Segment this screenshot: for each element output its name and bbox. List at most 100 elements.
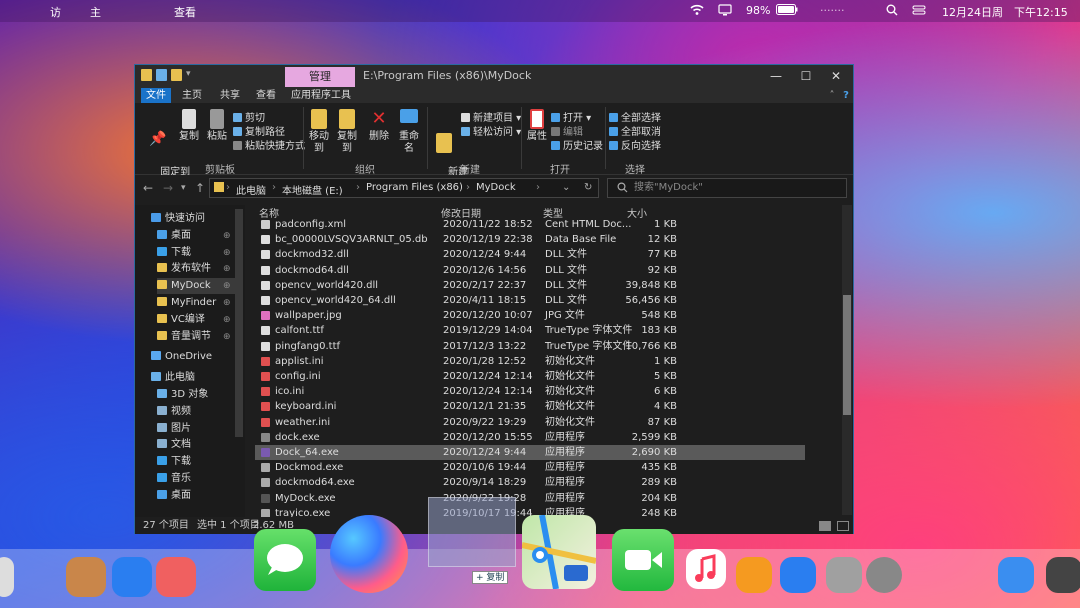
breadcrumb-drive[interactable]: 本地磁盘 (E:) xyxy=(282,182,343,197)
paste-shortcut-button[interactable]: 粘贴快捷方式 xyxy=(233,137,305,152)
nav-item[interactable]: 此电脑 xyxy=(151,370,237,386)
nav-item[interactable]: 3D 对象 xyxy=(157,387,237,403)
delete-button[interactable]: ✕ 删除 xyxy=(369,109,389,143)
menu-item[interactable]: 访 xyxy=(50,4,61,20)
list-scrollbar[interactable] xyxy=(842,205,852,515)
table-row[interactable]: MyDock.exe2020/9/22 19:28应用程序204 KB xyxy=(255,491,805,506)
app-icon[interactable] xyxy=(0,557,14,597)
app-icon[interactable] xyxy=(826,557,862,593)
table-row[interactable]: opencv_world420.dll 2020/2/17 22:37 DLL 文件… xyxy=(255,278,805,293)
nav-item[interactable]: 快速访问 xyxy=(151,211,237,227)
move-to-button[interactable]: 移动到 xyxy=(307,109,331,155)
app-icon[interactable] xyxy=(780,557,816,593)
tab-view[interactable]: 查看 xyxy=(251,88,281,103)
refresh-icon[interactable]: ↻ xyxy=(584,182,592,193)
tab-home[interactable]: 主页 xyxy=(177,88,207,103)
table-row[interactable]: ico.ini 2020/12/24 12:14 初始化文件 6 KB xyxy=(255,384,805,399)
copy-to-button[interactable]: 复制到 xyxy=(335,109,359,155)
table-row[interactable]: applist.ini 2020/1/28 12:52 初始化文件 1 KB xyxy=(255,354,805,369)
properties-button[interactable]: 属性 xyxy=(525,109,549,143)
maximize-button[interactable]: ☐ xyxy=(791,66,821,86)
nav-item[interactable]: 文档 xyxy=(157,437,237,453)
back-icon[interactable]: ← xyxy=(143,181,153,195)
app-icon[interactable] xyxy=(998,557,1034,593)
details-view-icon[interactable] xyxy=(819,521,831,531)
table-row[interactable]: pingfang0.ttf 2017/12/3 13:22 TrueType 字体文… xyxy=(255,339,805,354)
wifi-icon[interactable] xyxy=(690,4,704,19)
control-center-icon[interactable] xyxy=(912,4,926,19)
folder-icon[interactable] xyxy=(141,69,152,81)
table-row[interactable]: config.ini 2020/12/24 12:14 初始化文件 5 KB xyxy=(255,369,805,384)
app-icon[interactable] xyxy=(112,557,152,597)
tab-app-tools[interactable]: 应用程序工具 xyxy=(289,88,353,103)
breadcrumb-mydock[interactable]: MyDock xyxy=(476,182,516,193)
nav-item[interactable]: 下载 xyxy=(157,454,237,470)
maps-icon[interactable] xyxy=(521,514,597,590)
scrollbar-thumb[interactable] xyxy=(843,295,851,415)
table-row[interactable]: calfont.ttf 2019/12/29 14:04 TrueType 字体文件… xyxy=(255,323,805,338)
collapse-ribbon-icon[interactable]: ˄ xyxy=(825,88,839,103)
new-item-button[interactable]: 新建项目 ▾ xyxy=(461,109,521,124)
facetime-icon[interactable] xyxy=(612,529,674,591)
books-icon[interactable] xyxy=(736,557,772,593)
chevron-down-icon[interactable]: ▾ xyxy=(186,69,191,83)
messages-icon[interactable] xyxy=(254,529,316,591)
cut-button[interactable]: 剪切 xyxy=(233,109,265,124)
nav-item[interactable]: 桌面 ⊕ xyxy=(157,228,237,244)
table-row[interactable]: opencv_world420_64.dll 2020/4/11 18:15 DLL… xyxy=(255,293,805,308)
app-icon[interactable] xyxy=(1046,557,1080,593)
nav-item[interactable]: 视频 xyxy=(157,404,237,420)
manage-context-tab[interactable]: 管理 xyxy=(285,67,355,87)
minimize-button[interactable]: — xyxy=(761,66,791,86)
table-row[interactable]: wallpaper.jpg 2020/12/20 10:07 JPG 文件 548 K… xyxy=(255,308,805,323)
nav-item[interactable]: VC编译 ⊕ xyxy=(157,312,237,328)
nav-item[interactable]: 发布软件 ⊕ xyxy=(157,261,237,277)
invert-selection-button[interactable]: 反向选择 xyxy=(609,137,661,152)
table-row[interactable]: dockmod64.dll 2020/12/6 14:56 DLL 文件 92 KB xyxy=(255,263,805,278)
display-icon[interactable] xyxy=(718,4,732,19)
battery-icon[interactable] xyxy=(776,4,798,18)
tab-share[interactable]: 共享 xyxy=(215,88,245,103)
close-button[interactable]: ✕ xyxy=(821,66,851,86)
nav-item[interactable]: MyDock ⊕ xyxy=(157,278,237,295)
table-row[interactable]: dock.exe 2020/12/20 15:55 应用程序 2,599 KB xyxy=(255,430,805,445)
open-button[interactable]: 打开 ▾ xyxy=(551,109,591,124)
nav-item[interactable]: 桌面 xyxy=(157,488,237,504)
music-icon[interactable] xyxy=(686,549,726,589)
title-bar[interactable]: ▾ 管理 E:\Program Files (x86)\MyDock — ☐ ✕ xyxy=(135,65,853,87)
nav-scrollbar[interactable] xyxy=(235,209,243,437)
chevron-down-icon[interactable]: ⌄ xyxy=(562,182,570,193)
game-center-icon[interactable] xyxy=(330,515,408,593)
settings-icon[interactable] xyxy=(866,557,902,593)
history-button[interactable]: 历史记录 xyxy=(551,137,603,152)
table-row[interactable]: padconfig.xml 2020/11/22 18:52 Cent HTML D… xyxy=(255,217,805,232)
tiles-view-icon[interactable] xyxy=(837,521,849,531)
nav-item[interactable]: 图片 xyxy=(157,421,237,437)
rename-button[interactable]: 重命名 xyxy=(395,109,423,155)
new-folder-icon[interactable] xyxy=(171,69,182,81)
copy-path-button[interactable]: 复制路径 xyxy=(233,123,285,138)
tab-file[interactable]: 文件 xyxy=(141,88,171,103)
menu-item[interactable]: 主 xyxy=(90,4,101,20)
nav-item[interactable]: OneDrive xyxy=(151,349,237,365)
address-bar[interactable]: › 此电脑 › 本地磁盘 (E:) › Program Files (x86) … xyxy=(209,178,599,198)
table-row[interactable]: dockmod64.exe 2020/9/14 18:29 应用程序 289 KB xyxy=(255,475,805,490)
clock[interactable]: 下午12:15 xyxy=(1014,4,1068,20)
properties-icon[interactable] xyxy=(156,69,167,81)
select-all-button[interactable]: 全部选择 xyxy=(609,109,661,124)
table-row[interactable]: dockmod32.dll 2020/12/24 9:44 DLL 文件 77 KB xyxy=(255,247,805,262)
breadcrumb-program-files[interactable]: Program Files (x86) xyxy=(366,182,463,193)
search-input[interactable]: 搜索"MyDock" xyxy=(607,178,847,198)
forward-icon[interactable]: → xyxy=(163,181,173,195)
edit-button[interactable]: 编辑 xyxy=(551,123,583,138)
table-row[interactable]: keyboard.ini 2020/12/1 21:35 初始化文件 4 KB xyxy=(255,399,805,414)
calendar-icon[interactable] xyxy=(156,557,196,597)
table-row[interactable]: weather.ini 2020/9/22 19:29 初始化文件 87 KB xyxy=(255,415,805,430)
table-row[interactable]: Dock_64.exe 2020/12/24 9:44 应用程序 2,690 KB xyxy=(255,445,805,460)
help-icon[interactable]: ? xyxy=(839,88,853,103)
table-row[interactable]: bc_00000LVSQV3ARNLT_05.db 2020/12/19 22:3… xyxy=(255,232,805,247)
nav-item[interactable]: 音乐 xyxy=(157,471,237,487)
nav-item[interactable]: 音量调节 ⊕ xyxy=(157,329,237,345)
menu-item-view[interactable]: 查看 xyxy=(174,4,196,20)
easy-access-button[interactable]: 轻松访问 ▾ xyxy=(461,123,521,138)
